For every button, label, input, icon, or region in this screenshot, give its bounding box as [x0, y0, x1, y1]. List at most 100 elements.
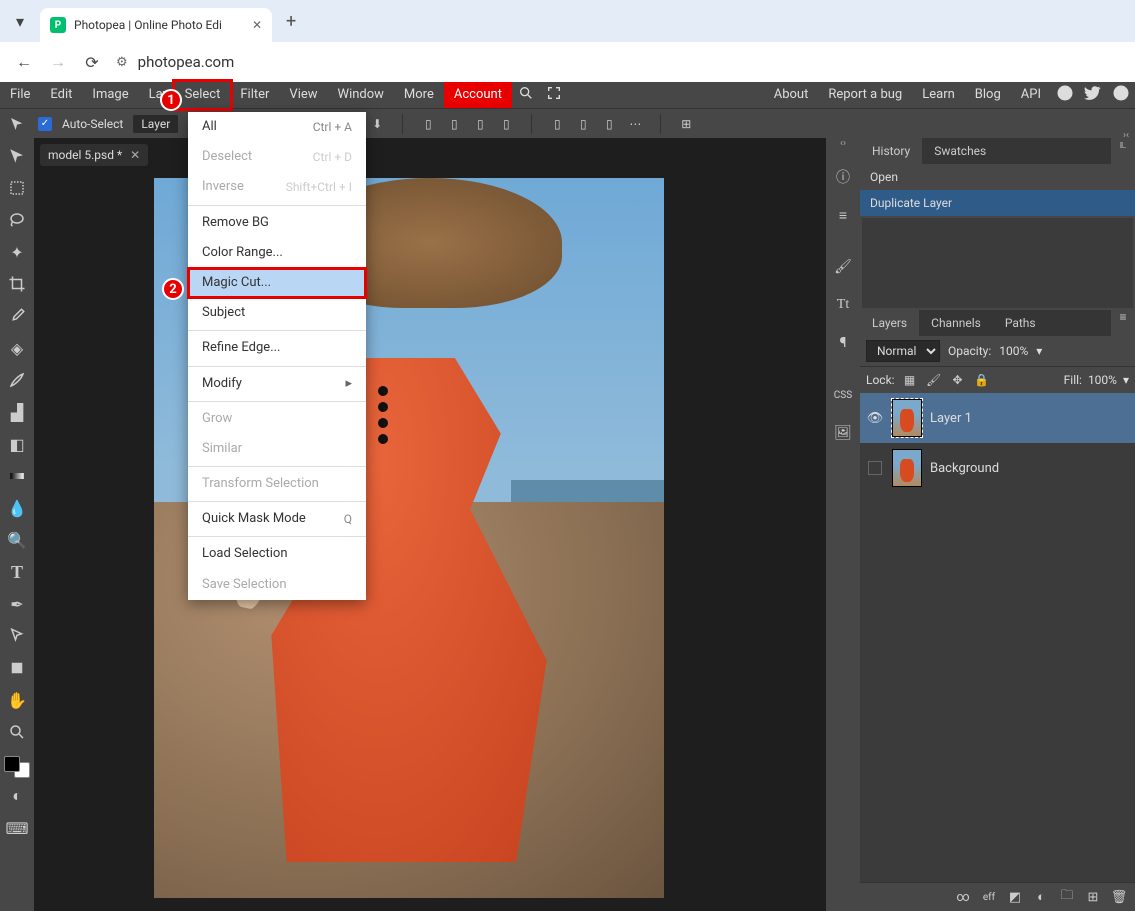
- keyboard-icon[interactable]: ⌨: [3, 814, 31, 842]
- trash-icon[interactable]: 🗑: [1109, 887, 1129, 907]
- menu-item-modify[interactable]: Modify▸: [188, 369, 366, 399]
- layer-name[interactable]: Background: [930, 461, 999, 476]
- back-icon[interactable]: ←: [14, 52, 34, 72]
- expand-icon[interactable]: ‹›: [840, 138, 846, 156]
- shape-tool[interactable]: [3, 654, 31, 682]
- blur-tool[interactable]: 💧: [3, 494, 31, 522]
- facebook-icon[interactable]: [1107, 84, 1135, 106]
- menu-item-color-range[interactable]: Color Range...: [188, 238, 366, 268]
- zoom-tool[interactable]: [3, 718, 31, 746]
- menu-view[interactable]: View: [279, 82, 327, 108]
- tab-swatches[interactable]: Swatches: [922, 138, 998, 164]
- document-tab[interactable]: model 5.psd * ✕: [40, 144, 148, 166]
- reddit-icon[interactable]: [1051, 84, 1079, 106]
- tab-channels[interactable]: Channels: [919, 310, 993, 336]
- menu-filter[interactable]: Filter: [230, 82, 279, 108]
- visibility-icon[interactable]: 👁: [866, 411, 884, 426]
- lasso-tool[interactable]: [3, 206, 31, 234]
- site-settings-icon[interactable]: ⚙: [116, 55, 128, 70]
- marquee-tool[interactable]: [3, 174, 31, 202]
- menu-edit[interactable]: Edit: [40, 82, 82, 108]
- fx-icon[interactable]: eff: [979, 887, 999, 907]
- link-blog[interactable]: Blog: [965, 82, 1011, 108]
- menu-item-subject[interactable]: Subject: [188, 298, 366, 328]
- auto-select-checkbox[interactable]: ✓: [38, 117, 52, 131]
- menu-more[interactable]: More: [394, 82, 444, 108]
- align-center-h-icon[interactable]: ▯: [443, 113, 465, 135]
- tab-layers[interactable]: Layers: [860, 310, 919, 336]
- menu-window[interactable]: Window: [328, 82, 394, 108]
- menu-file[interactable]: File: [0, 82, 40, 108]
- image-icon[interactable]: 🖼: [829, 416, 857, 450]
- eyedropper-tool[interactable]: [3, 302, 31, 330]
- type-tool[interactable]: T: [3, 558, 31, 586]
- path-select-tool[interactable]: [3, 622, 31, 650]
- lock-brush-icon[interactable]: 🖌: [925, 371, 943, 389]
- info-icon[interactable]: ⓘ: [829, 160, 857, 194]
- layer-row[interactable]: Background: [860, 443, 1135, 493]
- more-align-icon[interactable]: ⋯: [624, 113, 646, 135]
- layer-select-dropdown[interactable]: Layer: [133, 115, 178, 133]
- new-tab-button[interactable]: +: [286, 11, 296, 32]
- twitter-icon[interactable]: [1079, 84, 1107, 106]
- crop-tool[interactable]: [3, 270, 31, 298]
- hand-tool[interactable]: ✋: [3, 686, 31, 714]
- lock-all-icon[interactable]: 🔒: [973, 371, 991, 389]
- lock-pixels-icon[interactable]: ▦: [901, 371, 919, 389]
- lock-position-icon[interactable]: ✥: [949, 371, 967, 389]
- layer-thumbnail[interactable]: [892, 449, 922, 487]
- align-right-icon[interactable]: ▯: [469, 113, 491, 135]
- gradient-tool[interactable]: [3, 462, 31, 490]
- reload-icon[interactable]: ⟳: [82, 53, 102, 72]
- history-item-duplicate[interactable]: Duplicate Layer: [860, 190, 1135, 216]
- link-about[interactable]: About: [764, 82, 819, 108]
- menu-item-quick-mask[interactable]: Quick Mask ModeQ: [188, 504, 366, 534]
- opacity-slider-icon[interactable]: ▾: [1036, 344, 1042, 358]
- link-icon[interactable]: ∞: [953, 887, 973, 907]
- close-icon[interactable]: ✕: [130, 148, 140, 162]
- wand-tool[interactable]: ✦: [3, 238, 31, 266]
- mask-icon[interactable]: ◩: [1005, 887, 1025, 907]
- fill-value[interactable]: 100%: [1088, 373, 1117, 387]
- align-left-icon[interactable]: ▯: [417, 113, 439, 135]
- paragraph-icon[interactable]: ¶: [829, 326, 857, 360]
- dodge-tool[interactable]: 🔍: [3, 526, 31, 554]
- tab-paths[interactable]: Paths: [993, 310, 1048, 336]
- distribute-v-icon[interactable]: ▯: [572, 113, 594, 135]
- stamp-tool[interactable]: ▟: [3, 398, 31, 426]
- layer-name[interactable]: Layer 1: [930, 411, 972, 426]
- adjustment-icon[interactable]: ◐: [1031, 887, 1051, 907]
- color-swatch[interactable]: [4, 756, 30, 778]
- brush-tool[interactable]: [3, 366, 31, 394]
- layer-thumbnail[interactable]: [892, 399, 922, 437]
- distribute-space-icon[interactable]: ▯: [598, 113, 620, 135]
- folder-icon[interactable]: 🗀: [1057, 887, 1077, 907]
- adjust-icon[interactable]: ≡: [829, 198, 857, 232]
- expand-icon[interactable]: ›‹: [1123, 124, 1129, 147]
- panel-menu-icon[interactable]: ≡: [1111, 310, 1135, 336]
- fill-slider-icon[interactable]: ▾: [1123, 373, 1129, 387]
- healing-tool[interactable]: ◈: [3, 334, 31, 362]
- character-icon[interactable]: Tt: [829, 288, 857, 322]
- fullscreen-icon[interactable]: [540, 85, 568, 105]
- layer-row[interactable]: 👁 Layer 1: [860, 393, 1135, 443]
- quick-mask-icon[interactable]: ◐: [3, 782, 31, 810]
- close-icon[interactable]: ✕: [252, 18, 262, 32]
- tab-history[interactable]: History: [860, 138, 922, 164]
- distribute-h-icon[interactable]: ▯: [546, 113, 568, 135]
- pen-tool[interactable]: ✒: [3, 590, 31, 618]
- browser-tab[interactable]: P Photopea | Online Photo Edi ✕: [40, 8, 272, 42]
- tab-dropdown-icon[interactable]: ▾: [8, 9, 32, 33]
- blend-mode-select[interactable]: Normal: [866, 340, 940, 362]
- menu-item-remove-bg[interactable]: Remove BG: [188, 208, 366, 238]
- align-top-icon[interactable]: ▯: [495, 113, 517, 135]
- menu-account[interactable]: Account: [444, 82, 512, 108]
- search-icon[interactable]: [512, 85, 540, 105]
- menu-item-refine-edge[interactable]: Refine Edge...: [188, 333, 366, 363]
- menu-item-load-selection[interactable]: Load Selection: [188, 539, 366, 569]
- brush-panel-icon[interactable]: 🖌: [829, 250, 857, 284]
- visibility-icon[interactable]: [868, 461, 882, 475]
- eraser-tool[interactable]: ◧: [3, 430, 31, 458]
- url-field[interactable]: ⚙ photopea.com: [116, 53, 1121, 71]
- move-tool[interactable]: [3, 142, 31, 170]
